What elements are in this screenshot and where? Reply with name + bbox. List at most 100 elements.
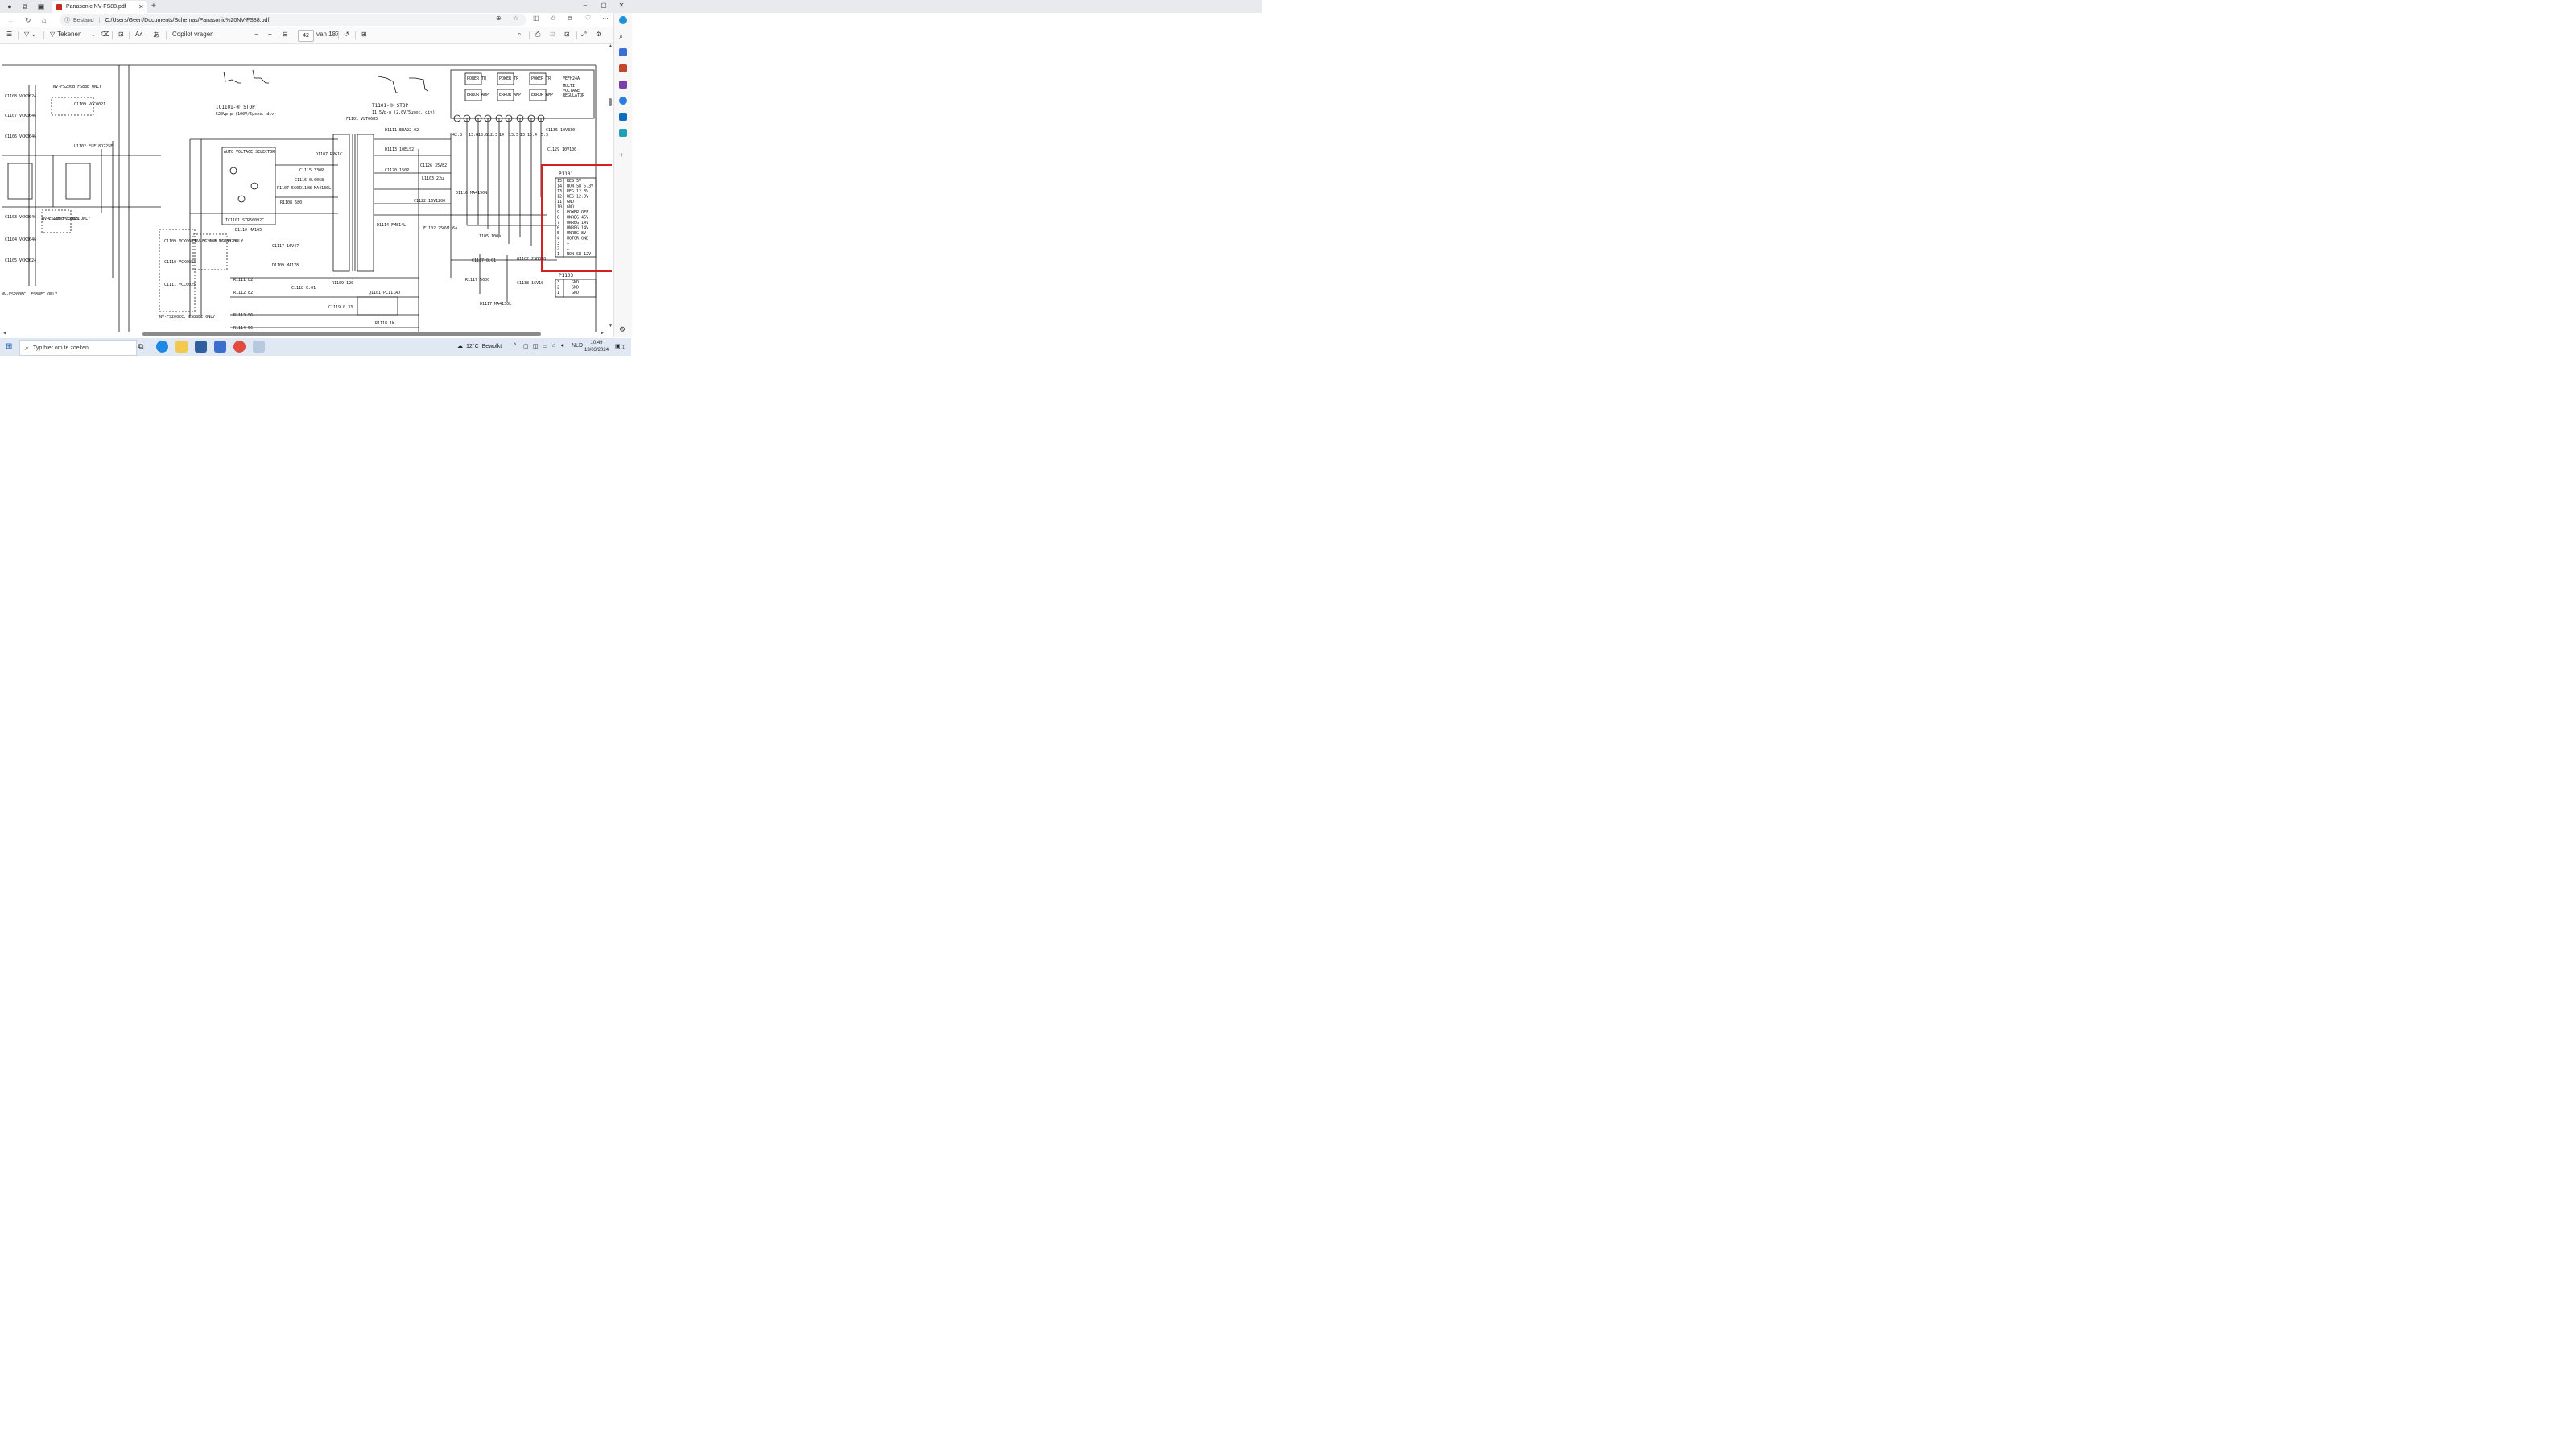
copilot-icon[interactable] [619,16,627,24]
p1101-pin-number: 9 [557,210,559,215]
zoom-icon[interactable]: ⊕ [496,14,502,22]
vertical-scrollbar[interactable]: ▲ ▼ [607,43,613,332]
pdf-page[interactable]: IC1101-⑥ STOP 520Vp-p (100V/5μsec. div) … [0,44,612,332]
address-bar[interactable]: ⓘ Bestand | C:/Users/Geert/Documents/Sch… [60,14,526,26]
close-window-button[interactable]: ✕ [613,2,630,9]
battery-icon[interactable]: ▭ [543,343,548,349]
scroll-down-icon[interactable]: ▼ [609,324,613,328]
node-voltage: 14 [499,133,504,138]
tray-app-icon[interactable]: ▢ [523,343,529,349]
home-icon[interactable]: ⌂ [42,16,46,24]
edge-app-icon[interactable] [156,341,168,353]
network-icon[interactable]: ⌂ [552,343,555,349]
store-app-icon[interactable] [195,341,207,353]
notification-icon[interactable]: ▣ [615,343,621,349]
p1101-pin-number: 5 [557,231,559,236]
part-label: C1117 16V47 [272,244,299,249]
favorites-icon[interactable]: ✩ [551,14,556,22]
volume-icon[interactable]: 🔈︎ [561,343,564,349]
text-box-icon[interactable]: ⊡ [118,31,124,38]
add-sidebar-icon[interactable]: + [619,151,627,160]
p1103-pins: 3 GND 2 GND 1 GND [557,280,579,295]
language-indicator[interactable]: NLD [572,343,583,349]
tab-actions-icon[interactable]: ▣ [36,2,46,11]
paint-app-icon[interactable] [253,341,265,353]
collections-icon[interactable]: ⧉ [568,14,572,23]
windows-start-icon[interactable]: ⊞ [6,342,12,351]
new-tab-button[interactable]: + [151,2,156,10]
tools-icon[interactable] [619,64,627,72]
weather-widget[interactable]: ☁ 12°C Bewolkt [457,343,502,350]
contents-icon[interactable]: ☰ [6,31,12,38]
part-label: C1108 VCK0024 [5,94,36,99]
url-text[interactable]: C:/Users/Geert/Documents/Schemas/Panason… [105,18,270,23]
part-label: IC1101 STR50092C [225,218,264,223]
part-label: C1129 10V100 [547,147,576,152]
games-icon[interactable] [619,80,627,89]
print-icon[interactable]: ⎙ [535,31,540,39]
split-screen-icon[interactable]: ◫ [533,14,539,22]
draw-label: Tekenen [57,31,82,38]
search-icon[interactable]: ⌕ [619,32,627,40]
sidebar-settings-icon[interactable]: ⚙ [619,325,627,333]
highlight-icon[interactable]: ▽ ⌄ [24,31,36,38]
scroll-right-icon[interactable]: ▶ [601,331,604,336]
toolbar-divider [529,31,530,39]
page-number-input[interactable]: 42 [298,30,314,42]
search-doc-icon[interactable]: ⌕ [518,31,521,39]
drop-icon[interactable] [619,129,627,137]
translate-icon[interactable]: あ [153,31,159,39]
minimize-button[interactable]: – [577,2,593,9]
site-label: Bestand [73,17,94,23]
address-bar-row: ← ↻ ⌂ ⓘ Bestand | C:/Users/Geert/Documen… [0,13,613,27]
maximize-button[interactable]: ▢ [596,2,612,9]
save-as-icon[interactable]: ⊡ [564,31,570,38]
draw-button[interactable]: ▽ Tekenen ⌄ [50,31,96,38]
microsoft365-icon[interactable] [619,97,627,105]
chrome-app-icon[interactable] [233,341,246,353]
scroll-up-icon[interactable]: ▲ [609,43,613,48]
model-note: NV-FS200EC. FS88EC ONLY [2,292,57,297]
tab-pdf[interactable]: Panasonic NV-FS88.pdf ✕ [52,1,147,13]
clock[interactable]: 10:49 13/03/2024 [584,340,609,354]
favorite-star-icon[interactable]: ☆ [513,14,518,22]
rotate-icon[interactable]: ↺ [344,31,349,38]
browser-essentials-icon[interactable]: ♡ [585,14,591,22]
fullscreen-icon[interactable]: ⤢ [581,31,586,39]
tab-close-icon[interactable]: ✕ [138,3,147,10]
outlook-icon[interactable] [619,113,627,121]
scroll-left-icon[interactable]: ◀ [3,331,6,336]
zoom-out-icon[interactable]: − [254,31,258,38]
horizontal-scroll-thumb[interactable] [142,332,541,336]
app-icon[interactable] [214,341,226,353]
tray-chevron-icon[interactable]: ^ [514,343,516,349]
file-explorer-icon[interactable] [175,341,188,353]
settings-gear-icon[interactable]: ⚙ [596,31,601,38]
horizontal-scrollbar[interactable]: ◀ ▶ [0,331,613,337]
read-aloud-icon[interactable]: Aᴧ [135,31,142,38]
ic1101-wave-label: 520Vp-p (100V/5μsec. div) [216,112,276,117]
zoom-in-icon[interactable]: + [268,31,272,38]
info-icon[interactable]: ⓘ [64,16,70,24]
page-view-icon[interactable]: ⊞ [361,31,367,38]
search-placeholder: Typ hier om te zoeken [33,345,89,351]
part-label: F1101 VLT0685 [346,117,378,122]
tray-app-icon-2[interactable]: ◫ [533,343,539,349]
p1101-pin-number: 13 [557,189,562,194]
eraser-icon[interactable]: ⌫ [101,31,109,38]
save-icon[interactable]: ⊡ [550,31,555,38]
refresh-icon[interactable]: ↻ [25,16,31,25]
copilot-button[interactable]: Copilot vragen [172,31,214,38]
workspaces-icon[interactable]: ⧉ [20,2,30,11]
profile-icon[interactable]: ● [5,2,14,11]
vertical-scroll-thumb[interactable] [609,98,612,106]
node-voltage: 12.3 [488,133,497,138]
task-view-icon[interactable]: ⧉ [138,342,143,351]
shopping-icon[interactable] [619,48,627,56]
more-menu-icon[interactable]: ⋯ [602,14,609,22]
taskbar-search[interactable]: ⌕ Typ hier om te zoeken [19,340,137,356]
p1101-pin-label: — [567,247,570,252]
back-icon[interactable]: ← [7,16,14,24]
part-label: R1107 560 [277,186,299,191]
fit-page-icon[interactable]: ⊟ [283,31,288,38]
